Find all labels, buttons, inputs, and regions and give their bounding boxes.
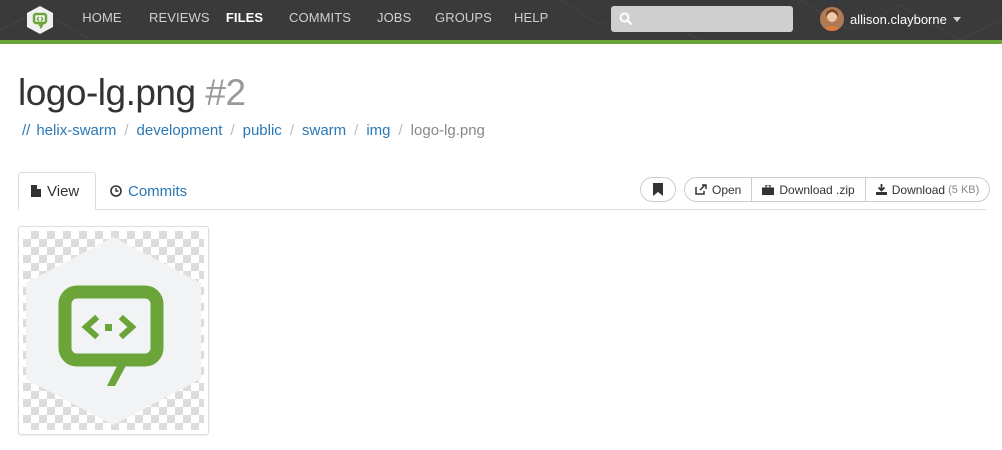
nav-files[interactable]: FILES xyxy=(215,0,274,44)
nav-reviews[interactable]: REVIEWS xyxy=(149,0,210,40)
breadcrumb-item[interactable]: helix-swarm xyxy=(36,122,116,139)
open-icon xyxy=(695,184,707,195)
breadcrumb-separator: / xyxy=(398,122,403,139)
file-actions: Open Download .zip Download (5 KB) xyxy=(684,177,991,202)
avatar xyxy=(820,7,844,31)
download-zip-button[interactable]: Download .zip xyxy=(752,178,866,201)
breadcrumb: // helix-swarm / development / public / … xyxy=(22,122,485,139)
tab-view-label: View xyxy=(47,182,80,200)
breadcrumb-separator: / xyxy=(230,122,235,139)
username: allison.clayborne xyxy=(850,11,947,27)
breadcrumb-root[interactable]: // xyxy=(22,122,30,139)
breadcrumb-item[interactable]: public xyxy=(243,122,282,139)
breadcrumb-item[interactable]: img xyxy=(366,122,390,139)
breadcrumb-current: logo-lg.png xyxy=(410,122,485,139)
top-navbar: HOME REVIEWS FILES COMMITS JOBS GROUPS H… xyxy=(0,0,1002,44)
tab-commits[interactable]: Commits xyxy=(110,172,187,210)
nav-help[interactable]: HELP xyxy=(514,0,548,40)
swarm-logo-icon[interactable] xyxy=(27,6,53,34)
download-icon xyxy=(875,184,887,195)
file-icon xyxy=(31,185,41,197)
breadcrumb-item[interactable]: swarm xyxy=(302,122,346,139)
tab-commits-label: Commits xyxy=(128,182,188,200)
breadcrumb-separator: / xyxy=(289,122,294,139)
search-icon xyxy=(619,12,633,26)
swarm-logo-image xyxy=(26,237,201,425)
bookmark-icon xyxy=(653,183,663,196)
briefcase-icon xyxy=(762,184,775,195)
download-size: (5 KB) xyxy=(948,183,980,196)
download-button[interactable]: Download (5 KB) xyxy=(866,178,990,201)
nav-home[interactable]: HOME xyxy=(82,0,122,40)
breadcrumb-separator: / xyxy=(354,122,359,139)
search-input[interactable] xyxy=(611,6,793,32)
bookmark-button[interactable] xyxy=(640,177,676,202)
tab-view[interactable]: View xyxy=(18,172,96,210)
open-button[interactable]: Open xyxy=(685,178,753,201)
nav-groups[interactable]: GROUPS xyxy=(435,0,492,40)
image-preview xyxy=(18,226,209,435)
nav-commits[interactable]: COMMITS xyxy=(289,0,351,40)
download-label: Download xyxy=(891,182,946,197)
open-label: Open xyxy=(712,182,742,197)
breadcrumb-item[interactable]: development xyxy=(137,122,223,139)
transparency-background xyxy=(23,231,204,430)
page-title: logo-lg.png #2 xyxy=(18,72,246,114)
download-zip-label: Download .zip xyxy=(779,182,855,197)
file-revision: #2 xyxy=(205,72,246,113)
file-name: logo-lg.png xyxy=(18,72,196,113)
clock-icon xyxy=(110,185,122,197)
chevron-down-icon xyxy=(952,16,961,22)
breadcrumb-separator: / xyxy=(124,122,129,139)
user-menu[interactable]: allison.clayborne xyxy=(820,6,961,32)
nav-jobs[interactable]: JOBS xyxy=(377,0,411,40)
